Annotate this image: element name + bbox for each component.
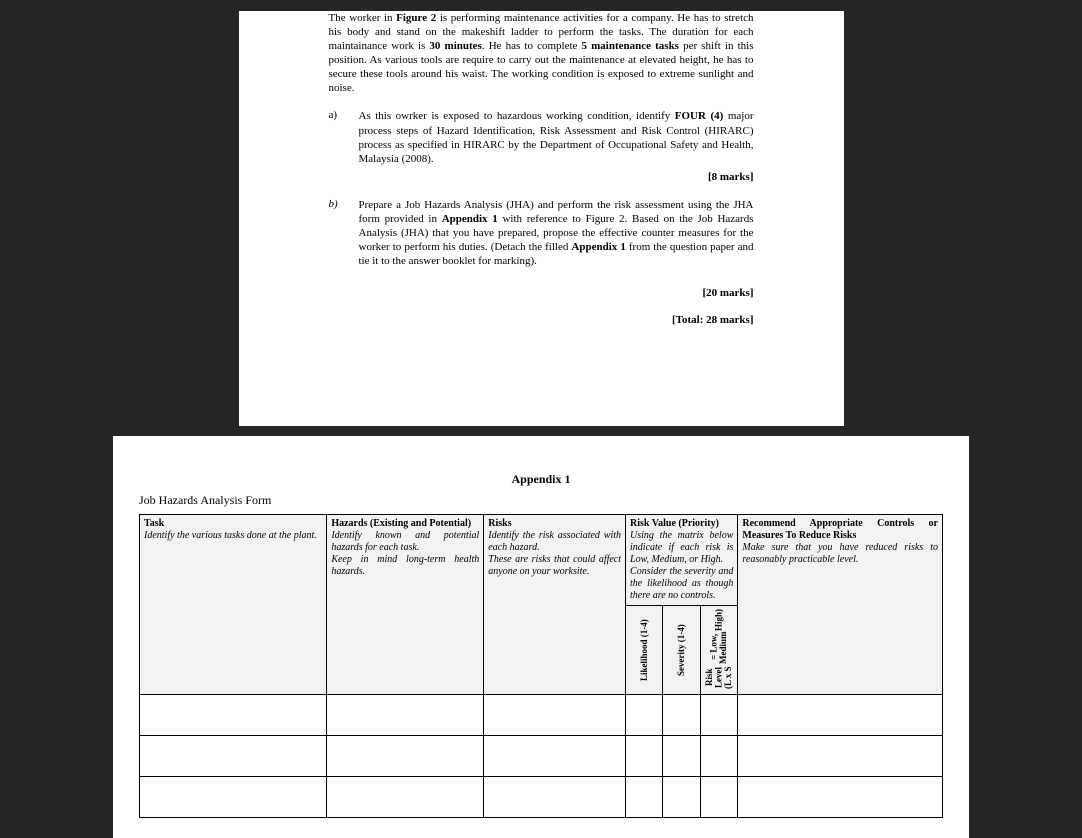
sub-risk-l2: = Low, Medium [710, 631, 729, 664]
jha-table: Task Identify the various tasks done at … [139, 514, 943, 818]
duration: 30 minutes [429, 40, 481, 52]
q-a-body: As this owrker is exposed to hazardous w… [359, 109, 754, 183]
hdr-haz-h: Hazards (Existing and Potential) [331, 518, 471, 529]
hdr-task: Task Identify the various tasks done at … [140, 515, 327, 695]
hdr-risk-d2: These are risks that could affect anyone… [488, 554, 621, 577]
hdr-task-h: Task [144, 518, 164, 529]
hdr-hazards: Hazards (Existing and Potential) Identif… [327, 515, 484, 695]
q-b-body: Prepare a Job Hazards Analysis (JHA) and… [359, 198, 754, 300]
intro-paragraph: The worker in Figure 2 is performing mai… [329, 11, 754, 95]
hdr-haz-d1: Identify known and potential hazards for… [331, 530, 479, 553]
hdr-task-d: Identify the various tasks done at the p… [144, 530, 317, 541]
q-b-apx: Appendix 1 [442, 213, 498, 225]
data-row-3 [140, 777, 943, 818]
total-marks: [Total: 28 marks] [329, 314, 754, 326]
hdr-rv-d2: Consider the severity and the likelihood… [630, 566, 733, 601]
intro-pre: The worker in [329, 12, 397, 24]
sub-sev-text: Severity (1-4) [676, 609, 687, 691]
hdr-risk-h: Risks [488, 518, 511, 529]
q-a-label: a) [329, 109, 359, 183]
hdr-haz-d2: Keep in mind long-term health hazards. [331, 554, 479, 577]
header-row-1: Task Identify the various tasks done at … [140, 515, 943, 606]
question-b: b) Prepare a Job Hazards Analysis (JHA) … [329, 198, 754, 300]
data-row-2 [140, 736, 943, 777]
q-a-marks: [8 marks] [359, 170, 754, 184]
sub-severity: Severity (1-4) [663, 606, 700, 695]
sub-risk-text: Risk Level (L x S = Low, Medium High) [705, 609, 733, 691]
sub-risk-l1: Risk Level (L x S [705, 664, 733, 691]
q-a-pre: As this owrker is exposed to hazardous w… [359, 110, 675, 122]
q-a-four: FOUR (4) [675, 110, 724, 122]
hdr-rec-d: Make sure that you have reduced risks to… [742, 542, 938, 565]
data-row-1 [140, 695, 943, 736]
figure-ref: Figure 2 [396, 12, 436, 24]
hdr-recommend: Recommend Appropriate Controls or Measur… [738, 515, 943, 695]
hdr-riskvalue: Risk Value (Priority) Using the matrix b… [626, 515, 738, 606]
q-b-marks: [20 marks] [359, 286, 754, 300]
form-title: Job Hazards Analysis Form [139, 493, 943, 508]
sub-like-text: Likelihood (1-4) [639, 609, 650, 691]
hdr-rec-h: Recommend Appropriate Controls or Measur… [742, 518, 938, 541]
appendix-page: Appendix 1 Job Hazards Analysis Form Tas… [113, 436, 969, 838]
hdr-rv-d1: Using the matrix below indicate if each … [630, 530, 733, 565]
task-count: 5 maintenance tasks [582, 40, 679, 52]
intro-mid2: . He has to complete [482, 40, 582, 52]
sub-risk-l3: High) [714, 609, 723, 631]
sub-risklevel: Risk Level (L x S = Low, Medium High) [700, 606, 737, 695]
appendix-title: Appendix 1 [139, 472, 943, 487]
hdr-rv-h: Risk Value (Priority) [630, 518, 719, 529]
q-b-label: b) [329, 198, 359, 300]
hdr-risk-d1: Identify the risk associated with each h… [488, 530, 621, 553]
question-a: a) As this owrker is exposed to hazardou… [329, 109, 754, 183]
question-page: The worker in Figure 2 is performing mai… [239, 11, 844, 426]
hdr-risks: Risks Identify the risk associated with … [484, 515, 626, 695]
q-b-apx2: Appendix 1 [571, 241, 625, 253]
sub-likelihood: Likelihood (1-4) [626, 606, 663, 695]
